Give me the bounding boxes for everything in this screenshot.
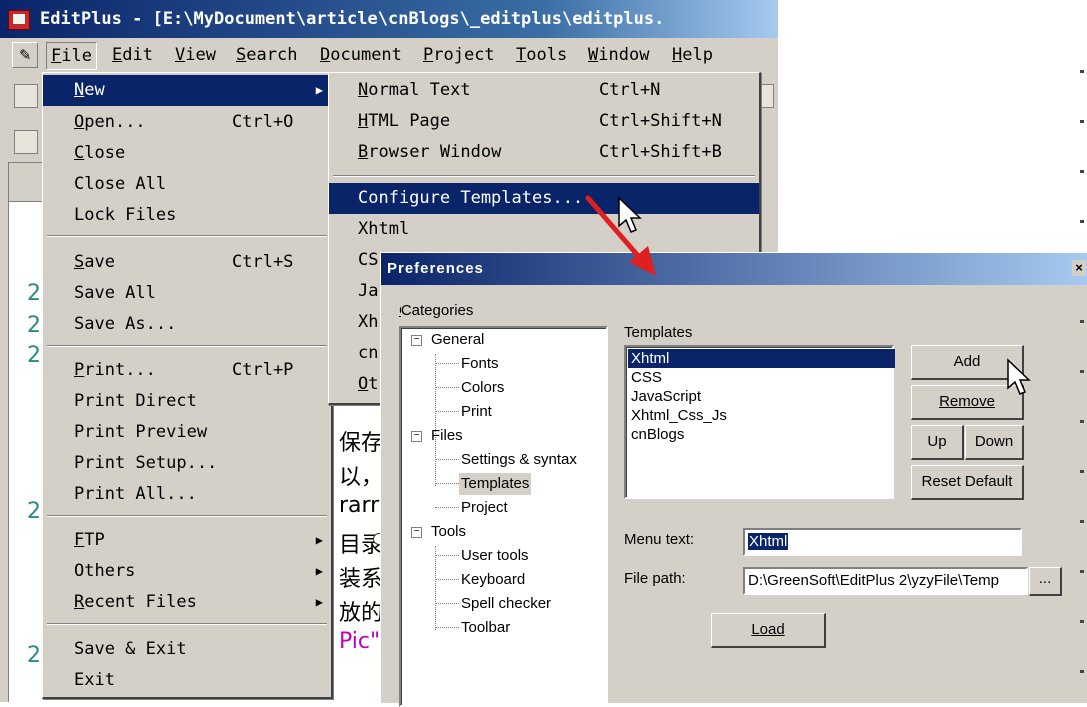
scroll-edge <box>1078 30 1087 702</box>
mouse-pointer-icon <box>1007 358 1031 395</box>
overlay-layer <box>585 195 1031 395</box>
mouse-pointer-icon <box>618 196 642 233</box>
